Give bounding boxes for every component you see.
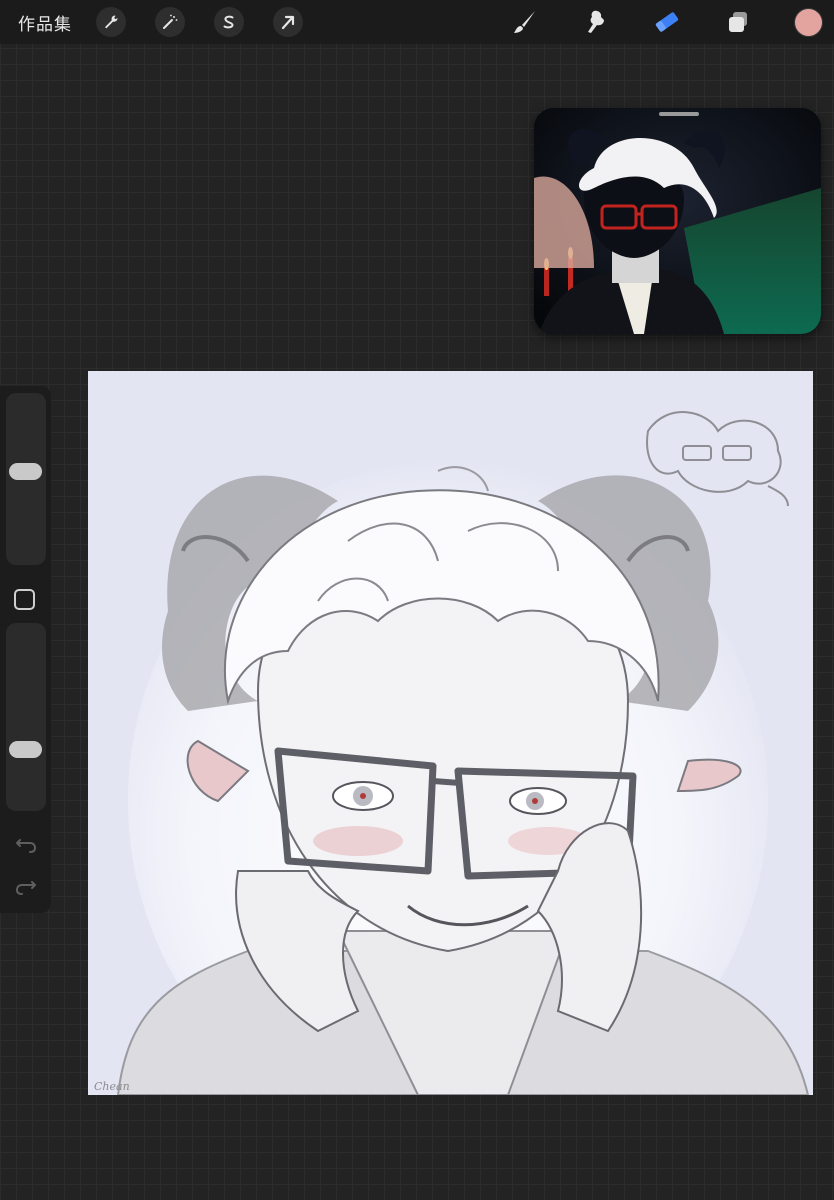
brush-size-thumb[interactable] <box>9 463 42 481</box>
smudge-button[interactable] <box>581 7 611 37</box>
layers-button[interactable] <box>723 7 753 37</box>
sidebar <box>0 386 51 913</box>
artist-signature: Chean <box>94 1080 130 1093</box>
modify-button[interactable] <box>14 589 35 610</box>
color-picker-button[interactable] <box>795 9 822 36</box>
undo-button[interactable] <box>13 835 39 855</box>
layers-icon <box>729 12 747 32</box>
brush-icon <box>514 11 535 33</box>
artwork <box>88 371 813 1095</box>
selection-button[interactable] <box>214 7 244 37</box>
opacity-thumb[interactable] <box>9 741 42 759</box>
top-toolbar: 作品集 <box>0 0 834 44</box>
transform-button[interactable] <box>273 7 303 37</box>
reference-drag-handle[interactable] <box>659 112 699 116</box>
adjustments-button[interactable] <box>155 7 185 37</box>
magic-wand-icon <box>163 14 178 29</box>
brush-size-slider[interactable] <box>6 393 46 565</box>
gallery-button[interactable]: 作品集 <box>18 10 72 35</box>
opacity-slider[interactable] <box>6 623 46 811</box>
selection-icon <box>223 15 234 29</box>
smudge-icon <box>588 10 604 33</box>
reference-photo <box>534 108 821 334</box>
wrench-icon <box>105 15 118 29</box>
transform-arrow-icon <box>281 15 295 30</box>
eraser-icon <box>655 12 679 32</box>
brush-button[interactable] <box>510 7 540 37</box>
undo-icon <box>16 839 36 853</box>
actions-button[interactable] <box>96 7 126 37</box>
drawing-canvas[interactable]: Chean <box>88 371 813 1095</box>
eraser-button[interactable] <box>652 7 682 37</box>
redo-icon <box>16 881 36 895</box>
reference-window[interactable] <box>534 108 821 334</box>
redo-button[interactable] <box>13 877 39 897</box>
